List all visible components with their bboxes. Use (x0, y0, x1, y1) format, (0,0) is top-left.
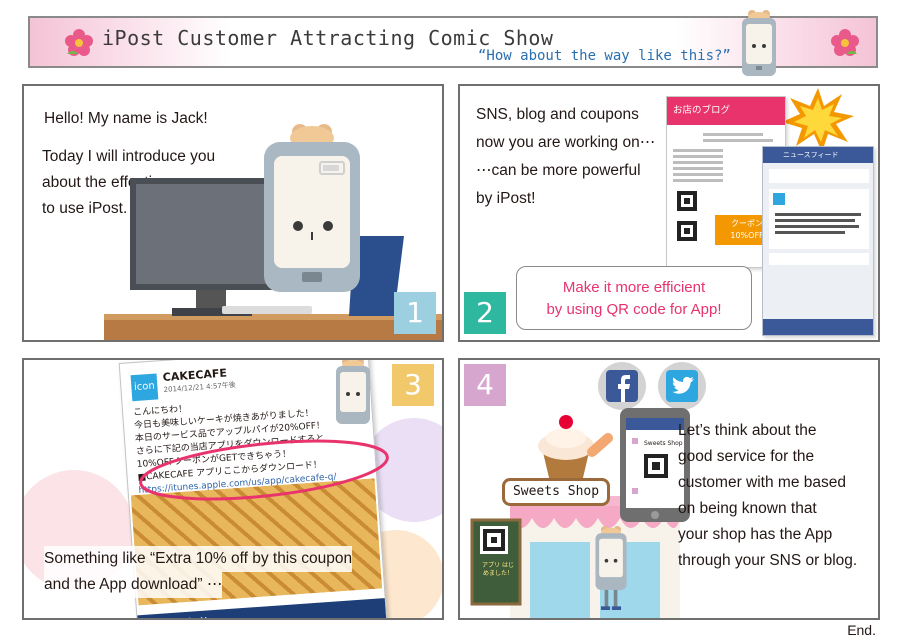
sns-line-1: SNS, blog and coupons (476, 106, 639, 123)
sns-line-4: by iPost! (476, 190, 536, 207)
page-title: iPost Customer Attracting Comic Show (102, 26, 554, 50)
app-icon: icon (130, 373, 159, 402)
comic-panel-4: Sweets Shop アプリ はじめました！ Sweets Shop Let’… (458, 358, 880, 620)
panel-number-badge: 2 (464, 292, 506, 334)
service-line-1: Let’s think about the (678, 422, 817, 439)
sns-line-2: now you are working on⋯ (476, 134, 656, 151)
newsfeed-footer-bar (763, 319, 873, 335)
balloon-line-1: Make it more efficient (562, 279, 706, 296)
newsfeed-screenshot-card: ニュースフィード (762, 146, 874, 336)
comic-panel-2: SNS, blog and coupons now you are workin… (458, 84, 880, 342)
coupon-line-1: Something like “Extra 10% off by this co… (44, 546, 353, 572)
panel-number-badge: 3 (392, 364, 434, 406)
panel-number-badge: 1 (394, 292, 436, 334)
coupon-line-2: and the App download” ⋯ (44, 572, 223, 598)
newsfeed-title: ニュースフィード (763, 147, 873, 163)
phone-shop-label: Sweets Shop (644, 440, 683, 447)
mascot-jack-icon (264, 124, 360, 292)
twitter-icon (658, 362, 706, 410)
panel-number-badge: 4 (464, 364, 506, 406)
page-subtitle: “How about the way like this?” (478, 48, 731, 64)
app-board-text: アプリ はじめました！ (482, 562, 514, 577)
mascot-jack-small-icon (595, 526, 627, 610)
shop-sign: Sweets Shop (502, 478, 610, 506)
balloon-line-2: by using QR code for App! (546, 301, 722, 318)
service-line-5: your shop has the App (678, 526, 833, 543)
service-line-6: through your SNS or blog. (678, 552, 858, 569)
comic-panel-1: Hello! My name is Jack! Today I will int… (22, 84, 444, 342)
sns-line-3: ⋯can be more powerful (476, 162, 641, 179)
intro-line-1: Today I will introduce you (42, 148, 216, 165)
flower-icon (65, 29, 93, 56)
newsfeed-content-illustration (769, 169, 869, 265)
comic-panel-3: icon CAKECAFE 2014/12/21 4:57午後 こんにちわ！ 今… (22, 358, 444, 620)
blog-card-title: お店のブログ (667, 97, 785, 125)
end-label: End. (847, 622, 876, 638)
mascot-jack-small-icon (742, 10, 776, 76)
starburst-icon (782, 88, 854, 152)
service-line-4: on being known that (678, 500, 817, 517)
highlight-ellipse (139, 439, 389, 501)
flower-icon (831, 29, 859, 56)
balloon-text: Make it more efficient by using QR code … (517, 277, 751, 321)
mascot-jack-small-icon (336, 360, 370, 424)
service-line-3: customer with me based (678, 474, 846, 491)
greeting-text: Hello! My name is Jack! (44, 110, 208, 127)
service-line-2: good service for the (678, 448, 815, 465)
facebook-icon (598, 362, 646, 410)
speech-balloon: Make it more efficient by using QR code … (516, 266, 752, 330)
